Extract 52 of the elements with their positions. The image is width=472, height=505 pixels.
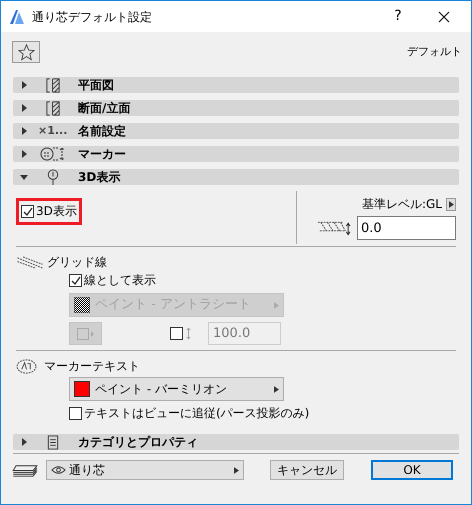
grid-line-icon (16, 256, 45, 268)
app-logo-icon (9, 8, 25, 24)
hatched-frame-icon (44, 76, 62, 94)
section-header[interactable]: カテゴリとプロパティ (13, 434, 459, 450)
thickness-field[interactable]: 100.0 (208, 322, 281, 345)
show-as-line-checkbox[interactable]: 線として表示 (69, 273, 456, 288)
caret-right-icon (234, 466, 239, 474)
checkbox[interactable] (69, 407, 82, 420)
document-icon (47, 434, 59, 450)
grid-lines-label: グリッド線 (47, 254, 107, 271)
section-header[interactable]: 断面/立面 (13, 100, 459, 116)
caret-right-icon (448, 200, 454, 208)
section-header[interactable]: 3D表示 (13, 169, 459, 185)
pin-icon (47, 168, 59, 186)
caret-right-icon (20, 150, 28, 158)
marker-icon (40, 146, 66, 162)
dialog-button[interactable]: キャンセル (270, 460, 344, 480)
elevation-field[interactable]: 0.0 (357, 216, 456, 240)
square-caret-icon (76, 328, 94, 340)
checkbox[interactable] (69, 274, 82, 287)
section-header[interactable]: マーカー (13, 146, 459, 162)
eye-icon (51, 465, 66, 475)
caret-right-icon (20, 438, 28, 446)
favorites-button[interactable] (12, 41, 40, 63)
caret-right-icon (20, 104, 28, 112)
elevation-icon (317, 219, 351, 237)
icon-text: ×1... (38, 124, 68, 138)
arrow-button[interactable] (446, 198, 456, 210)
help-button[interactable]: ? (375, 1, 421, 32)
dialog-button[interactable]: OK (371, 460, 453, 480)
caret-right-icon (20, 127, 28, 135)
checker-swatch-icon (74, 297, 90, 313)
layer-dropdown[interactable]: 通り芯 (46, 460, 244, 480)
close-icon (438, 10, 450, 22)
reference-level-label: 基準レベル:GL (362, 196, 442, 213)
follow-view-checkbox[interactable]: テキストはビューに追従(パース投影のみ) (69, 406, 459, 421)
caret-down-icon (20, 173, 28, 181)
height-icon (185, 327, 192, 340)
star-icon (18, 44, 34, 60)
favorite-name: デフォルト (407, 44, 462, 60)
hatched-frame-icon (44, 100, 62, 116)
window-title: 通り芯デフォルト設定 (32, 8, 153, 26)
marker-text-icon (15, 358, 38, 374)
material-dropdown[interactable]: ペイント - バーミリオン (69, 377, 284, 401)
thickness-checkbox[interactable] (170, 327, 183, 340)
section-header[interactable]: 平面図 (13, 77, 459, 93)
caret-right-icon (20, 81, 28, 89)
checkbox[interactable] (21, 205, 34, 218)
caret-right-icon (274, 386, 279, 392)
section-header[interactable]: ×1... 名前設定 (13, 123, 459, 139)
caret-right-icon (274, 302, 279, 308)
marker-text-label: マーカーテキスト (44, 358, 140, 375)
